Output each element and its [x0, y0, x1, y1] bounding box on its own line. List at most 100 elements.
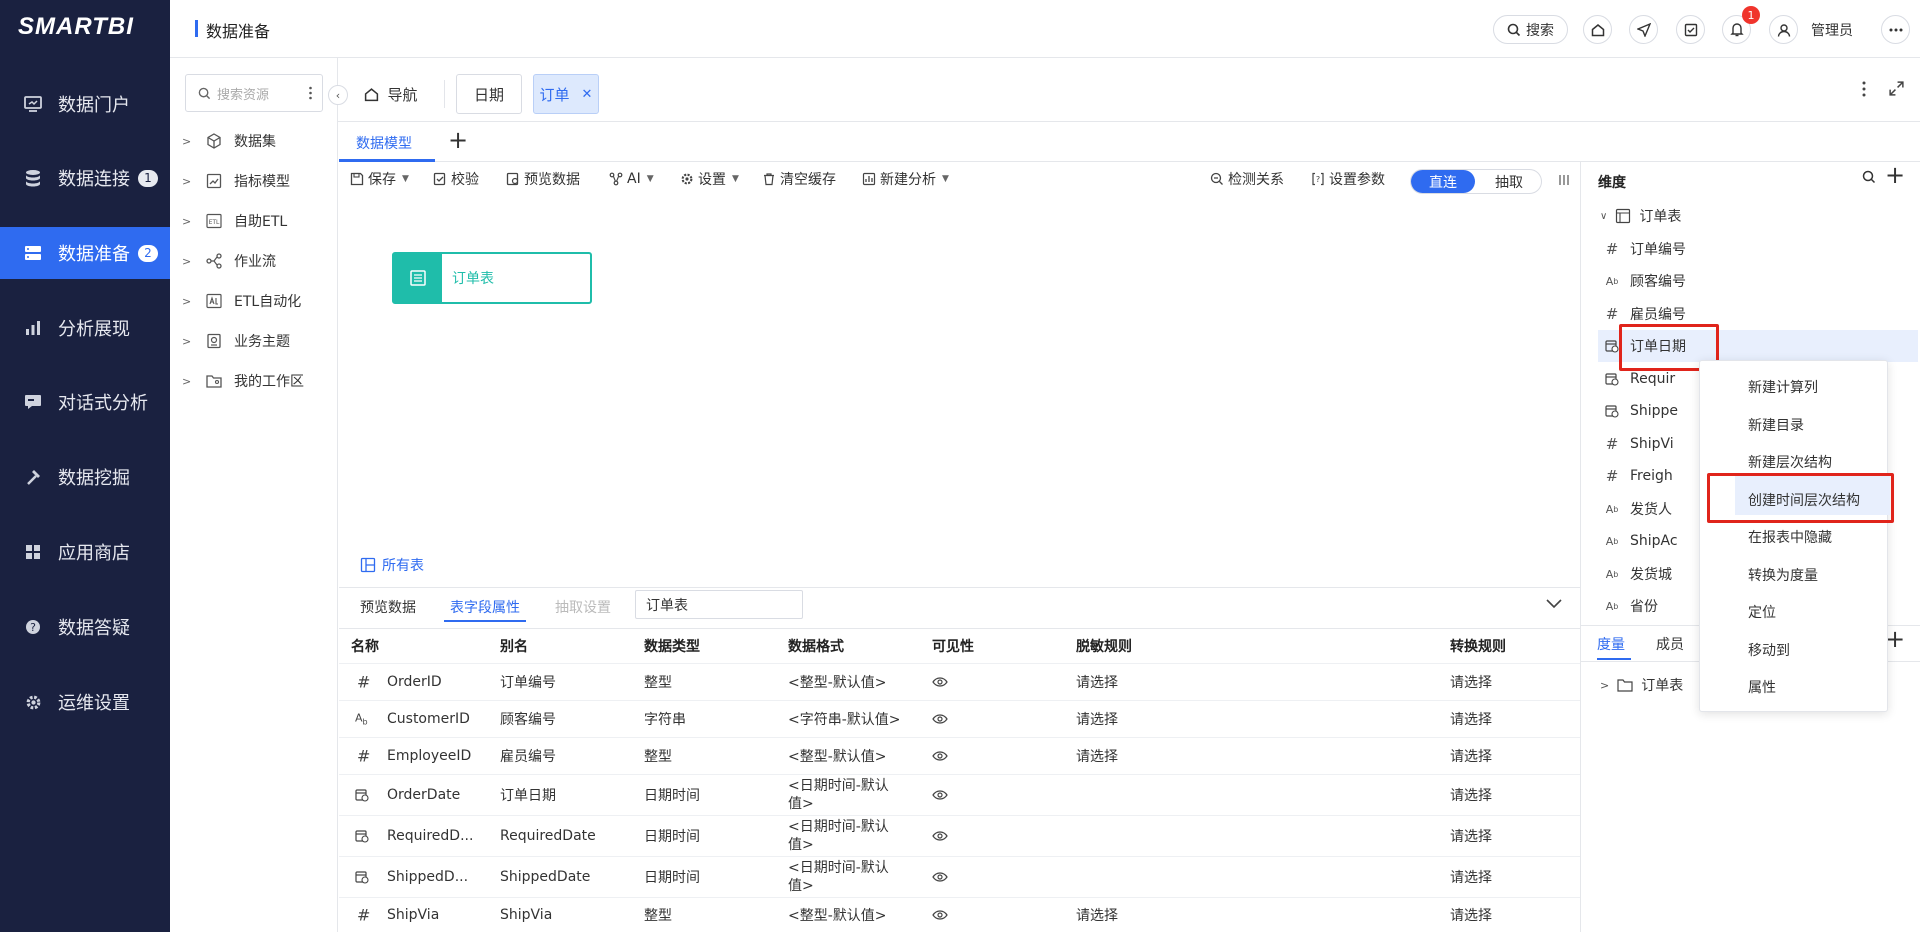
smartbi-logo[interactable]: SMARTBI: [18, 13, 134, 41]
dimension-field[interactable]: # Freigh: [1602, 462, 1673, 490]
field-type[interactable]: 整型: [644, 905, 672, 925]
menu-new-calc-column[interactable]: 新建计算列: [1748, 370, 1818, 404]
nav-app-store[interactable]: 应用商店: [0, 526, 170, 578]
eye-icon[interactable]: [932, 790, 948, 800]
menu-properties[interactable]: 属性: [1748, 670, 1776, 704]
tab-date[interactable]: 日期: [456, 74, 522, 114]
field-type[interactable]: 日期时间: [644, 785, 700, 805]
tree-item-self-etl[interactable]: > ETL 自助ETL: [182, 208, 287, 234]
convert-select[interactable]: 请选择: [1450, 709, 1492, 729]
eye-icon[interactable]: [932, 714, 948, 724]
more-vertical-icon[interactable]: [1862, 81, 1866, 97]
field-format[interactable]: <整型-默认值>: [788, 905, 887, 925]
close-icon[interactable]: ✕: [582, 87, 593, 102]
resource-search-input[interactable]: 搜索资源: [185, 74, 323, 112]
nav-data-mining[interactable]: 数据挖掘: [0, 451, 170, 503]
convert-select[interactable]: 请选择: [1450, 905, 1492, 925]
menu-locate[interactable]: 定位: [1748, 595, 1776, 629]
eye-icon[interactable]: [932, 677, 948, 687]
new-analysis-button[interactable]: 新建分析 ▼: [862, 168, 949, 190]
table-node-orders[interactable]: 订单表: [392, 252, 592, 304]
convert-select[interactable]: 请选择: [1450, 746, 1492, 766]
field-alias[interactable]: 雇员编号: [500, 746, 556, 766]
dimension-field[interactable]: Ab ShipAc: [1602, 527, 1678, 555]
convert-select[interactable]: 请选择: [1450, 672, 1492, 692]
dimension-field[interactable]: Ab 发货城: [1602, 560, 1672, 588]
chevron-down-icon[interactable]: [1545, 598, 1563, 610]
eye-icon[interactable]: [932, 831, 948, 841]
eye-icon[interactable]: [932, 872, 948, 882]
tree-item-workflow[interactable]: > 作业流: [182, 248, 276, 274]
nav-analysis[interactable]: 分析展现: [0, 302, 170, 354]
field-format[interactable]: <日期时间-默认值>: [788, 818, 898, 854]
mode-direct[interactable]: 直连: [1411, 170, 1475, 193]
field-type[interactable]: 整型: [644, 746, 672, 766]
tree-item-dataset[interactable]: > 数据集: [182, 128, 276, 154]
field-type[interactable]: 整型: [644, 672, 672, 692]
mode-extract[interactable]: 抽取: [1477, 170, 1541, 193]
table-row[interactable]: Ab CustomerID 顾客编号 字符串 <字符串-默认值> 请选择 请选择: [339, 701, 1580, 738]
measure-table-node[interactable]: > 订单表: [1600, 674, 1683, 696]
field-format[interactable]: <日期时间-默认值>: [788, 859, 898, 895]
menu-move-to[interactable]: 移动到: [1748, 633, 1790, 667]
nav-data-connection[interactable]: 数据连接 1: [0, 152, 170, 204]
tree-item-my-workspace[interactable]: > 我的工作区: [182, 368, 304, 394]
more-button[interactable]: [1881, 15, 1910, 44]
field-format[interactable]: <日期时间-默认值>: [788, 777, 898, 813]
tree-item-business-theme[interactable]: > 业务主题: [182, 328, 290, 354]
clear-cache-button[interactable]: 清空缓存: [762, 168, 836, 190]
field-type[interactable]: 日期时间: [644, 826, 700, 846]
send-button[interactable]: [1629, 15, 1658, 44]
nav-data-prep[interactable]: 数据准备 2: [0, 227, 170, 279]
nav-qa[interactable]: ? 数据答疑: [0, 601, 170, 653]
eye-icon[interactable]: [932, 910, 948, 920]
field-format[interactable]: <整型-默认值>: [788, 746, 887, 766]
home-button[interactable]: [1583, 15, 1612, 44]
field-alias[interactable]: 顾客编号: [500, 709, 556, 729]
nav-data-portal[interactable]: 数据门户: [0, 78, 170, 130]
dimension-field[interactable]: Ab 省份: [1602, 592, 1658, 620]
field-alias[interactable]: 订单编号: [500, 672, 556, 692]
set-params-button[interactable]: ? 设置参数: [1311, 168, 1385, 190]
field-alias[interactable]: 订单日期: [500, 785, 556, 805]
tab-field-properties[interactable]: 表字段属性: [450, 597, 520, 617]
mask-select[interactable]: 请选择: [1076, 746, 1118, 766]
table-row[interactable]: ShippedD... ShippedDate 日期时间 <日期时间-默认值> …: [339, 857, 1580, 898]
eye-icon[interactable]: [932, 751, 948, 761]
table-row[interactable]: OrderDate 订单日期 日期时间 <日期时间-默认值> 请选择: [339, 775, 1580, 816]
field-alias[interactable]: RequiredDate: [500, 828, 596, 844]
dimension-field[interactable]: Ab 顾客编号: [1602, 267, 1686, 295]
tab-measures[interactable]: 度量: [1597, 634, 1625, 654]
task-button[interactable]: [1676, 15, 1705, 44]
menu-hide-in-report[interactable]: 在报表中隐藏: [1748, 520, 1832, 554]
validate-button[interactable]: 校验: [433, 168, 479, 190]
menu-new-folder[interactable]: 新建目录: [1748, 408, 1804, 442]
tab-home[interactable]: 导航: [352, 74, 430, 114]
settings-button[interactable]: 设置 ▼: [680, 168, 739, 190]
dimension-field[interactable]: # 订单编号: [1602, 235, 1686, 263]
add-measure-button[interactable]: +: [1885, 626, 1905, 652]
tab-members[interactable]: 成员: [1656, 634, 1684, 654]
field-alias[interactable]: ShippedDate: [500, 869, 590, 885]
convert-select[interactable]: 请选择: [1450, 867, 1492, 887]
table-select[interactable]: 订单表: [635, 590, 803, 619]
convert-select[interactable]: 请选择: [1450, 785, 1492, 805]
search-button[interactable]: 搜索: [1493, 15, 1568, 44]
menu-convert-to-measure[interactable]: 转换为度量: [1748, 558, 1818, 592]
tab-preview-data[interactable]: 预览数据: [360, 597, 416, 617]
field-alias[interactable]: ShipVia: [500, 907, 552, 923]
table-row[interactable]: # EmployeeID 雇员编号 整型 <整型-默认值> 请选择 请选择: [339, 738, 1580, 775]
convert-select[interactable]: 请选择: [1450, 826, 1492, 846]
dimension-field[interactable]: Ab 发货人: [1602, 495, 1672, 523]
all-tables-button[interactable]: 所有表: [360, 555, 424, 575]
detect-relations-button[interactable]: 检测关系: [1210, 168, 1284, 190]
preview-data-button[interactable]: 预览数据: [506, 168, 580, 190]
field-format[interactable]: <字符串-默认值>: [788, 709, 901, 729]
dimension-table-node[interactable]: ∨ 订单表: [1600, 205, 1681, 227]
columns-icon[interactable]: [1559, 174, 1569, 186]
tree-item-metric-model[interactable]: > 指标模型: [182, 168, 290, 194]
field-type[interactable]: 日期时间: [644, 867, 700, 887]
nav-ops-settings[interactable]: 运维设置: [0, 676, 170, 728]
tab-order[interactable]: 订单 ✕: [533, 74, 599, 114]
add-tab-button[interactable]: +: [448, 127, 468, 153]
